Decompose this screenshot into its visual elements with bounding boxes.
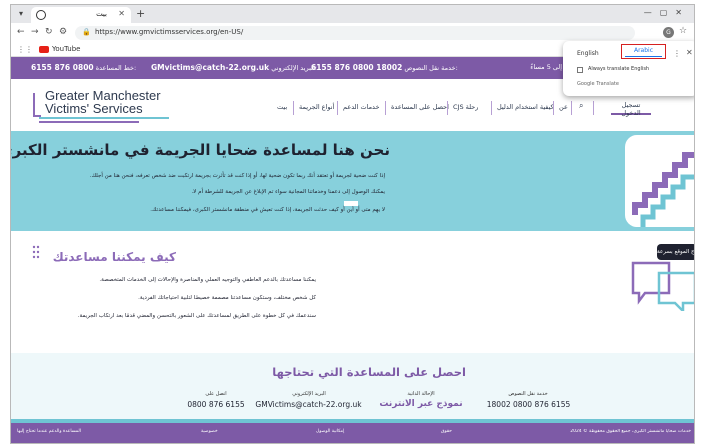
- browser-tab[interactable]: بيت ✕: [31, 7, 131, 23]
- menu-how-to-use[interactable]: كيفية استخدام الدليل: [497, 103, 554, 111]
- menu-separator: [553, 101, 554, 115]
- tab-menu-icon[interactable]: ▾: [15, 8, 27, 20]
- back-icon[interactable]: ←: [17, 27, 25, 37]
- translate-icon[interactable]: G: [663, 27, 674, 38]
- helpline[interactable]: 6155 876 0800 خط المساعدة:: [31, 63, 136, 72]
- footer-link-accessibility[interactable]: إمكانية الوصول: [316, 429, 344, 434]
- menu-about[interactable]: عن: [559, 103, 568, 111]
- menu-separator: [337, 101, 338, 115]
- call-number[interactable]: 0800 876 6155: [176, 400, 256, 409]
- speech-bubbles-icon: [631, 261, 694, 311]
- window-controls[interactable]: —▢✕: [644, 8, 690, 17]
- hero-paragraph-3: لا يهم متى أو أين أو كيف حدثت الجريمة، إ…: [150, 207, 385, 213]
- new-tab-icon[interactable]: +: [136, 7, 145, 20]
- site-footer: المساعدة والدعم عندما تحتاج إليها خصوصية…: [11, 419, 694, 443]
- menu-separator: [571, 101, 572, 115]
- email-label: البريد الإلكتروني: [292, 391, 326, 397]
- navigation-bar: ← → ↻ ⚙ 🔒 https://www.gmvictimsservices.…: [11, 23, 694, 43]
- logo-line2: Victims' Services: [45, 101, 143, 116]
- hero-paragraph-1: إذا كنت ضحية لجريمة أو تعتقد أنك ربما تك…: [89, 173, 385, 179]
- menu-separator: [491, 101, 492, 115]
- menu-separator: [385, 101, 386, 115]
- apps-grid-icon[interactable]: ⋮⋮: [17, 45, 33, 54]
- star-icon[interactable]: ☆: [679, 26, 687, 36]
- text-relay-number[interactable]: 18002 0800 876 6155: [471, 400, 586, 409]
- search-icon[interactable]: ⌕: [579, 101, 583, 111]
- how-we-help-section: كيف يمكننا مساعدتك يمكننا مساعدتك بالدعم…: [11, 231, 694, 353]
- hero-paragraph-2: يمكنك الوصول إلى دعمنا وخدماتنا المجانية…: [191, 189, 385, 195]
- arabic-label: Arabic: [625, 46, 662, 57]
- site-logo[interactable]: Greater Manchester Victims' Services: [33, 89, 193, 125]
- menu-separator: [293, 101, 294, 115]
- menu-cjs-journey[interactable]: CJS رحلة: [453, 103, 478, 111]
- address-bar[interactable]: 🔒 https://www.gmvictimsservices.org/en-U…: [75, 26, 635, 40]
- menu-support-services[interactable]: خدمات الدعم: [343, 103, 379, 111]
- get-help-section: احصل على المساعدة التي تحتاجها اتصل على …: [11, 353, 694, 419]
- close-tab-icon[interactable]: ✕: [118, 9, 125, 18]
- url-text: https://www.gmvictimsservices.org/en-US/: [95, 28, 244, 36]
- youtube-icon[interactable]: [39, 46, 49, 53]
- get-help-title: احصل على المساعدة التي تحتاجها: [272, 365, 466, 379]
- translate-popup: English Arabic ⋮ ✕ Always translate Engl…: [563, 41, 694, 96]
- self-referral-label: الإحالة الذاتية: [407, 391, 435, 397]
- slider-indicator[interactable]: [344, 201, 358, 206]
- globe-icon: [36, 10, 46, 20]
- forward-icon[interactable]: →: [31, 27, 39, 37]
- help-title: كيف يمكننا مساعدتك: [52, 250, 176, 264]
- menu-separator: [447, 101, 448, 115]
- menu-home[interactable]: بيت: [277, 103, 287, 111]
- google-translate-brand: Google Translate: [577, 81, 619, 87]
- help-line-3: سندعمك في كل خطوة على الطريق لمساعدتك عل…: [77, 313, 316, 319]
- bookmark-youtube[interactable]: YouTube: [52, 45, 80, 53]
- always-translate-label: Always translate English: [588, 66, 650, 72]
- help-line-2: كل شخص مختلف، وستكون مساعدتنا مصممة خصيص…: [138, 295, 316, 301]
- email-address[interactable]: GMVictims@catch-22.org.uk: [251, 400, 366, 409]
- text-relay[interactable]: 6155 876 0800 18002 خدمة نقل النصوص:: [311, 63, 458, 72]
- tab-title: بيت: [96, 10, 107, 18]
- footer-link-privacy[interactable]: خصوصية: [201, 429, 218, 434]
- tab-bar: ▾ بيت ✕ + —▢✕: [11, 5, 694, 23]
- stairs-illustration: [625, 135, 694, 227]
- site-settings-icon[interactable]: ⚙: [59, 27, 67, 37]
- footer-stripe: [11, 419, 694, 423]
- help-line-1: يمكننا مساعدتك بالدعم العاطفي والتوجيه ا…: [99, 277, 316, 283]
- browser-window: ▾ بيت ✕ + —▢✕ ← → ↻ ⚙ 🔒 https://www.gmvi…: [10, 4, 695, 444]
- close-icon[interactable]: ✕: [686, 48, 693, 57]
- email-contact[interactable]: GMvictims@catch-22.org.uk البريد الإلكتر…: [151, 63, 317, 72]
- lock-icon: 🔒: [82, 28, 91, 36]
- menu-separator: [593, 101, 594, 115]
- call-label: اتصل على: [205, 391, 227, 397]
- footer-link-rights[interactable]: حقوق: [441, 429, 452, 434]
- reload-icon[interactable]: ↻: [45, 27, 53, 37]
- menu-crime-types[interactable]: أنواع الجريمة: [299, 103, 334, 111]
- more-options-icon[interactable]: ⋮: [673, 49, 681, 58]
- login-button[interactable]: تسجيل الدخول: [611, 101, 651, 117]
- logo-mark: [33, 93, 41, 117]
- online-form-link[interactable]: نموذج عبر الانترنت: [376, 399, 466, 409]
- footer-tagline: المساعدة والدعم عندما تحتاج إليها: [17, 429, 81, 434]
- hero-section: نحن هنا لمساعدة ضحايا الجريمة في مانشستر…: [10, 131, 694, 231]
- logo-stripe-purple: [39, 121, 139, 123]
- logo-stripe-teal: [39, 117, 169, 119]
- translate-option-arabic[interactable]: Arabic: [621, 44, 666, 59]
- translate-option-english[interactable]: English: [577, 50, 599, 57]
- menu-get-help[interactable]: احصل على المساعدة: [391, 103, 449, 111]
- quick-exit-button[interactable]: خروج الموقع بسرعة: [657, 244, 694, 260]
- footer-copyright: خدمات ضحايا مانشستر الكبرى، جميع الحقوق …: [570, 429, 691, 434]
- text-relay-label: خدمة نقل النصوص: [508, 391, 548, 397]
- hero-title: نحن هنا لمساعدة ضحايا الجريمة في مانشستر…: [10, 141, 390, 159]
- always-translate-checkbox[interactable]: [577, 67, 583, 73]
